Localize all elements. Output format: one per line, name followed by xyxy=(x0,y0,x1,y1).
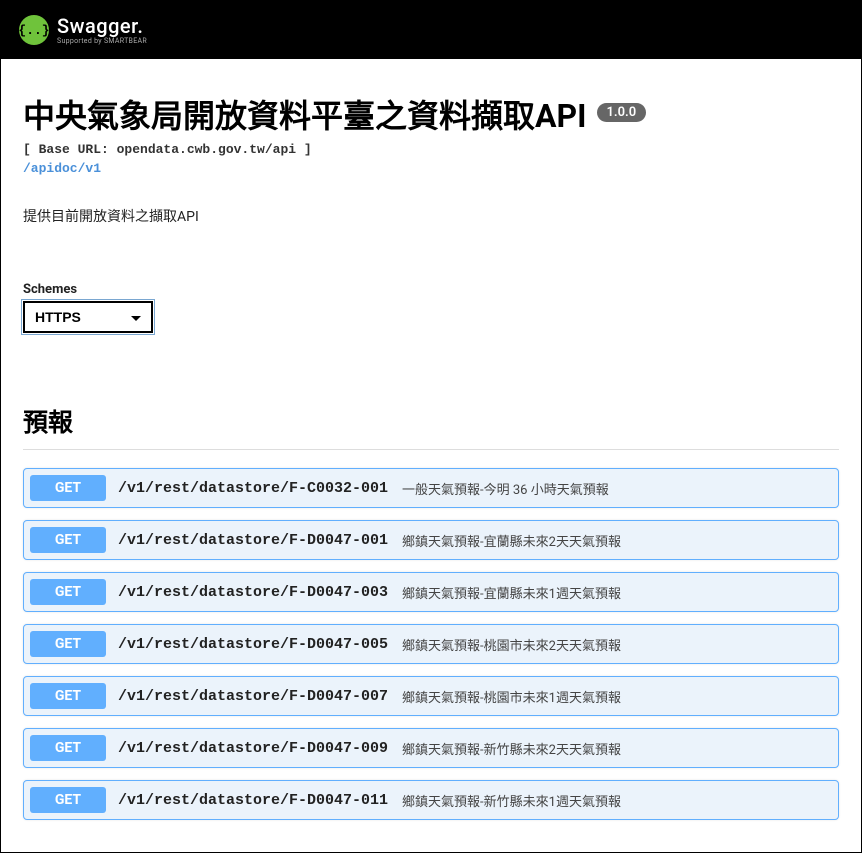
method-badge: GET xyxy=(30,475,106,501)
endpoint-description: 鄉鎮天氣預報-桃園市未來1週天氣預報 xyxy=(402,687,621,706)
endpoint-row[interactable]: GET/v1/rest/datastore/F-C0032-001 一般天氣預報-… xyxy=(23,468,839,508)
logo-subtitle: Supported by SMARTBEAR xyxy=(57,38,147,45)
method-badge: GET xyxy=(30,631,106,657)
swagger-badge-icon: {..} xyxy=(19,15,49,45)
endpoint-row[interactable]: GET/v1/rest/datastore/F-D0047-011 鄉鎮天氣預報-… xyxy=(23,780,839,820)
endpoint-row[interactable]: GET/v1/rest/datastore/F-D0047-003 鄉鎮天氣預報-… xyxy=(23,572,839,612)
version-badge: 1.0.0 xyxy=(597,103,647,122)
endpoint-description: 鄉鎮天氣預報-新竹縣未來1週天氣預報 xyxy=(402,791,621,810)
endpoint-path: /v1/rest/datastore/F-D0047-009 xyxy=(118,740,388,757)
method-badge: GET xyxy=(30,527,106,553)
section-forecast-header[interactable]: 預報 xyxy=(23,403,839,450)
endpoint-path: /v1/rest/datastore/F-D0047-011 xyxy=(118,792,388,809)
logo-text: Swagger. Supported by SMARTBEAR xyxy=(57,16,147,45)
method-badge: GET xyxy=(30,579,106,605)
api-description: 提供目前開放資料之擷取API xyxy=(23,206,839,226)
endpoint-path: /v1/rest/datastore/F-D0047-003 xyxy=(118,584,388,601)
endpoint-description: 鄉鎮天氣預報-宜蘭縣未來2天天氣預報 xyxy=(402,531,621,550)
method-badge: GET xyxy=(30,683,106,709)
top-header: {..} Swagger. Supported by SMARTBEAR xyxy=(1,1,861,59)
api-title: 中央氣象局開放資料平臺之資料擷取API xyxy=(23,99,587,134)
endpoint-row[interactable]: GET/v1/rest/datastore/F-D0047-001 鄉鎮天氣預報-… xyxy=(23,520,839,560)
endpoints-list: GET/v1/rest/datastore/F-C0032-001 一般天氣預報-… xyxy=(23,468,839,820)
endpoint-row[interactable]: GET/v1/rest/datastore/F-D0047-007 鄉鎮天氣預報-… xyxy=(23,676,839,716)
endpoint-description: 一般天氣預報-今明 36 小時天氣預報 xyxy=(402,479,609,498)
endpoint-row[interactable]: GET/v1/rest/datastore/F-D0047-009 鄉鎮天氣預報-… xyxy=(23,728,839,768)
endpoint-description: 鄉鎮天氣預報-新竹縣未來2天天氣預報 xyxy=(402,739,621,758)
main-content: 中央氣象局開放資料平臺之資料擷取API 1.0.0 [ Base URL: op… xyxy=(1,59,861,852)
schemes-label: Schemes xyxy=(23,282,839,297)
endpoint-description: 鄉鎮天氣預報-宜蘭縣未來1週天氣預報 xyxy=(402,583,621,602)
endpoint-row[interactable]: GET/v1/rest/datastore/F-D0047-005 鄉鎮天氣預報-… xyxy=(23,624,839,664)
base-url: [ Base URL: opendata.cwb.gov.tw/api ] xyxy=(23,142,839,157)
logo-title: Swagger. xyxy=(57,16,147,36)
endpoint-description: 鄉鎮天氣預報-桃園市未來2天天氣預報 xyxy=(402,635,621,654)
endpoint-path: /v1/rest/datastore/F-C0032-001 xyxy=(118,480,388,497)
apidoc-link[interactable]: /apidoc/v1 xyxy=(23,161,101,176)
endpoint-path: /v1/rest/datastore/F-D0047-005 xyxy=(118,636,388,653)
method-badge: GET xyxy=(30,787,106,813)
endpoint-path: /v1/rest/datastore/F-D0047-007 xyxy=(118,688,388,705)
swagger-logo[interactable]: {..} Swagger. Supported by SMARTBEAR xyxy=(19,15,147,45)
schemes-select[interactable]: HTTPS xyxy=(23,301,153,333)
schemes-select-wrap: HTTPS xyxy=(23,301,153,333)
schemes-section: Schemes HTTPS xyxy=(23,282,839,333)
api-title-row: 中央氣象局開放資料平臺之資料擷取API 1.0.0 xyxy=(23,99,839,134)
method-badge: GET xyxy=(30,735,106,761)
endpoint-path: /v1/rest/datastore/F-D0047-001 xyxy=(118,532,388,549)
